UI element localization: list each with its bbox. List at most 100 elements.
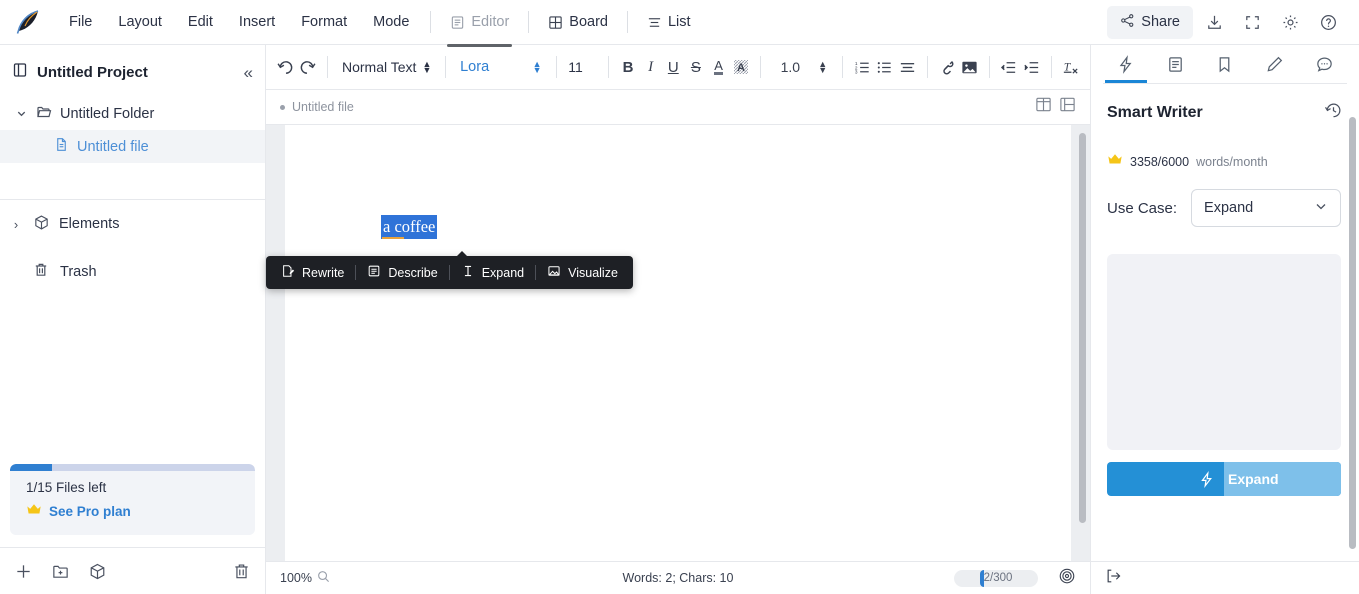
share-button[interactable]: Share (1107, 5, 1193, 39)
text-color-label: A (714, 58, 723, 75)
redo-icon[interactable] (297, 52, 320, 82)
divider (842, 56, 843, 78)
chevron-down-icon[interactable] (14, 108, 28, 119)
tab-comments[interactable] (1299, 45, 1349, 83)
zoom-control[interactable]: 100% (280, 570, 330, 586)
left-sidebar: Untitled Project « Untitled Folder Untit… (0, 45, 266, 594)
sidebar-item-trash[interactable]: Trash (0, 248, 265, 296)
numbered-list-icon[interactable]: 1 2 3 (851, 52, 874, 82)
tab-bookmark[interactable] (1200, 45, 1250, 83)
download-icon[interactable] (1197, 5, 1231, 39)
fullscreen-icon[interactable] (1235, 5, 1269, 39)
gear-icon[interactable] (1273, 5, 1307, 39)
tab-document[interactable] (1151, 45, 1201, 83)
line-height-stepper[interactable]: ▲ ▼ (811, 52, 834, 82)
ai-context-menu: Rewrite Describe Expand Visualize (266, 251, 633, 289)
document-canvas[interactable]: a coffee (266, 125, 1090, 561)
smart-writer-output[interactable] (1107, 254, 1341, 450)
sidebar-item-elements[interactable]: › Elements (0, 200, 265, 248)
chevron-updown-icon: ▲ ▼ (532, 59, 542, 75)
right-panel-scrollbar[interactable] (1349, 117, 1356, 549)
document-body-text[interactable]: a coffee (381, 215, 438, 239)
rewrite-icon (281, 264, 295, 281)
chevron-double-left-icon[interactable]: « (244, 64, 253, 81)
formatting-toolbar: Normal Text ▲ ▼ Lora ▲ ▼ 11 B I U S A A … (266, 45, 1090, 90)
document-page[interactable]: a coffee (285, 125, 1071, 561)
magnifier-icon (317, 570, 330, 586)
list-lines-icon (647, 15, 662, 30)
split-horizontal-icon[interactable] (1059, 96, 1076, 118)
see-pro-plan-row[interactable]: See Pro plan (26, 502, 241, 521)
indent-icon[interactable] (1020, 52, 1043, 82)
tab-board[interactable]: Board (537, 8, 619, 36)
bookmark-icon (1220, 56, 1230, 72)
divider (445, 56, 447, 78)
app-logo[interactable] (0, 7, 56, 37)
italic-button[interactable]: I (639, 52, 662, 82)
expand-button[interactable]: Expand (1107, 462, 1341, 496)
ctx-visualize[interactable]: Visualize (538, 259, 627, 286)
see-pro-plan-link[interactable]: See Pro plan (49, 504, 131, 519)
tree-file-untitled[interactable]: Untitled file (0, 130, 265, 163)
image-icon[interactable] (958, 52, 981, 82)
document-tab[interactable]: Untitled file (280, 100, 354, 114)
clear-format-icon[interactable]: T (1059, 52, 1082, 82)
logout-arrow-icon[interactable] (1105, 567, 1123, 590)
undo-icon[interactable] (274, 52, 297, 82)
tab-editor[interactable]: Editor (439, 8, 520, 47)
target-icon[interactable] (1058, 567, 1076, 590)
ctx-rewrite-label: Rewrite (302, 265, 345, 280)
bolt-icon (1119, 54, 1132, 74)
tree-folder-untitled[interactable]: Untitled Folder (0, 97, 265, 130)
expand-button-label: Expand (1224, 462, 1341, 496)
tab-list[interactable]: List (636, 8, 702, 36)
plus-icon[interactable] (14, 562, 33, 581)
link-icon[interactable] (935, 52, 958, 82)
sidebar-footer (0, 547, 265, 594)
bold-button[interactable]: B (617, 52, 640, 82)
divider (327, 56, 328, 78)
ctx-rewrite[interactable]: Rewrite (272, 259, 353, 286)
menu-insert[interactable]: Insert (226, 8, 288, 36)
tab-edit[interactable] (1250, 45, 1300, 83)
chevron-right-icon[interactable]: › (8, 217, 24, 232)
file-tree: Untitled Folder Untitled file (0, 91, 265, 163)
history-clock-icon[interactable] (1324, 101, 1343, 125)
new-folder-icon[interactable] (51, 562, 70, 581)
menu-file[interactable]: File (56, 8, 105, 36)
help-circle-icon[interactable] (1311, 5, 1345, 39)
split-vertical-icon[interactable] (1035, 96, 1052, 118)
sidebar-item-trash-label: Trash (60, 264, 97, 280)
ctx-visualize-label: Visualize (568, 265, 618, 280)
align-icon[interactable] (896, 52, 919, 82)
menu-layout[interactable]: Layout (105, 8, 175, 36)
paragraph-style-select[interactable]: Normal Text ▲ ▼ (336, 55, 437, 79)
editor-vertical-scrollbar[interactable] (1079, 133, 1086, 523)
menu-mode[interactable]: Mode (360, 8, 422, 36)
top-menu-bar: File Layout Edit Insert Format Mode Edit… (0, 0, 1359, 47)
font-size-input[interactable]: 11 (564, 59, 600, 75)
text-color-button[interactable]: A (707, 52, 730, 82)
underline-button[interactable]: U (662, 52, 685, 82)
divider (535, 265, 537, 280)
use-case-select[interactable]: Expand (1191, 189, 1341, 227)
menu-edit[interactable]: Edit (175, 8, 226, 36)
line-height-value[interactable]: 1.0 (769, 59, 811, 75)
ctx-expand[interactable]: Expand (452, 259, 533, 286)
spellcheck-underline (382, 237, 404, 239)
bullet-list-icon[interactable] (873, 52, 896, 82)
strikethrough-button[interactable]: S (685, 52, 708, 82)
share-label: Share (1141, 14, 1180, 30)
tab-smart-writer[interactable] (1101, 45, 1151, 83)
ctx-describe[interactable]: Describe (358, 259, 446, 286)
outdent-icon[interactable] (997, 52, 1020, 82)
selected-text[interactable]: a coffee (381, 215, 438, 239)
trash-icon[interactable] (232, 562, 251, 581)
expand-text-icon (461, 264, 475, 281)
cube-icon[interactable] (88, 562, 107, 581)
menu-format[interactable]: Format (288, 8, 360, 36)
highlight-button[interactable]: A (730, 52, 753, 82)
font-family-select[interactable]: Lora ▲ ▼ (454, 55, 547, 79)
share-nodes-icon (1120, 13, 1135, 32)
